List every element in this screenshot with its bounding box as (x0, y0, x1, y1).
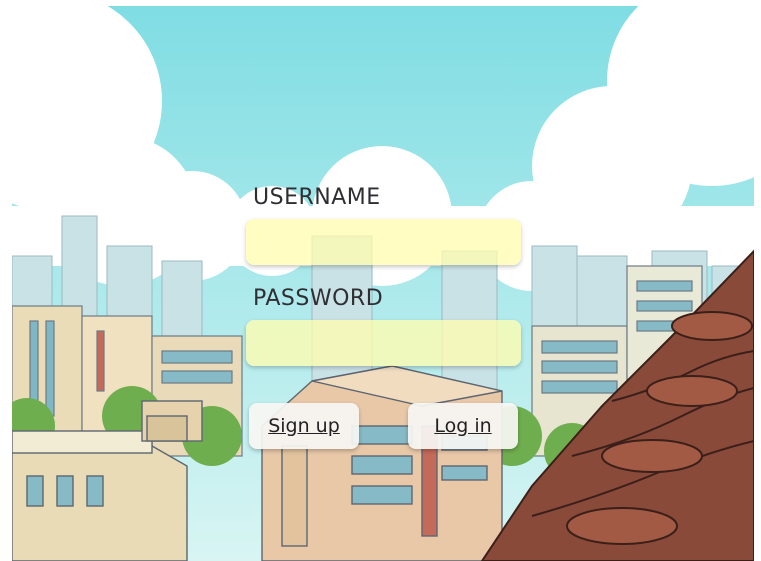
password-field[interactable] (246, 320, 521, 366)
city-background (12, 6, 754, 561)
password-label: PASSWORD (253, 286, 384, 311)
username-field[interactable] (246, 219, 521, 265)
signup-button[interactable]: Sign up (249, 403, 359, 449)
username-label: USERNAME (253, 185, 381, 210)
login-button[interactable]: Log in (408, 403, 518, 449)
